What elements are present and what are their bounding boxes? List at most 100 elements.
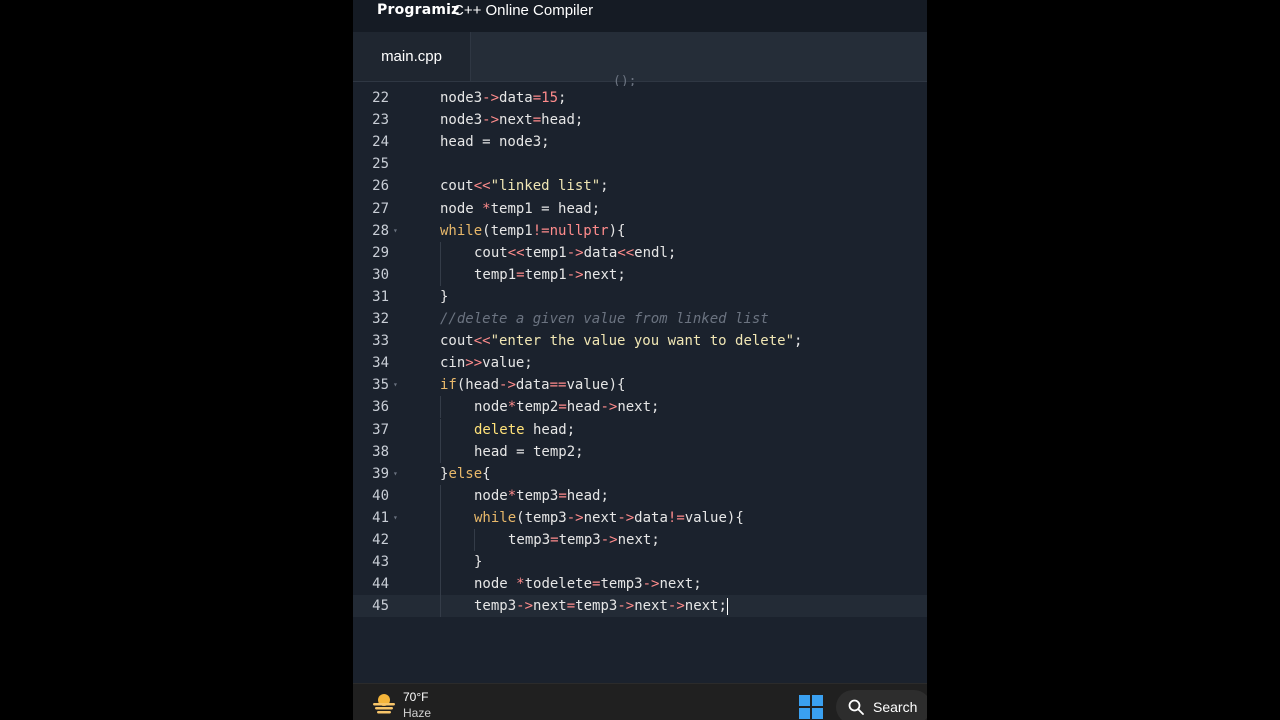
code-token: temp3 <box>558 532 601 548</box>
tab-main-cpp[interactable]: main.cpp <box>353 32 471 81</box>
code-token: data <box>499 90 533 106</box>
code-token: = <box>558 487 567 504</box>
code-text: cin>>value; <box>440 352 533 374</box>
code-token: ; <box>794 333 803 350</box>
code-token: -> <box>617 509 635 526</box>
code-token: -> <box>499 377 516 394</box>
code-line[interactable]: 28 ▾ while(temp1!=nullptr){ <box>353 220 927 242</box>
taskbar-search-button[interactable]: Search <box>836 690 927 720</box>
code-token: temp3 <box>508 532 551 548</box>
compiler-screen: Programiz C++ Online Compiler main.cpp (… <box>353 0 927 720</box>
fold-arrow-icon[interactable]: ▾ <box>393 374 398 396</box>
code-token: (temp3 <box>516 509 567 526</box>
code-text: node3->data=15; <box>440 87 566 109</box>
code-token: << <box>473 178 491 195</box>
code-token: node <box>474 399 508 416</box>
fold-arrow-icon[interactable]: ▾ <box>393 507 398 529</box>
code-line[interactable]: 26 cout<<"linked list"; <box>353 175 927 197</box>
line-number: 41 <box>372 509 389 526</box>
code-line[interactable]: 27 node *temp1 = head; <box>353 198 927 220</box>
code-token: cout <box>440 178 474 195</box>
code-line[interactable]: 36 node*temp2=head->next; <box>353 396 927 419</box>
code-token: node3 <box>440 90 483 106</box>
code-editor[interactable]: (); 22 node3->data=15; 23 node3->next=head;… <box>353 74 927 682</box>
code-token: temp3 <box>575 598 618 615</box>
code-token: while <box>440 222 483 239</box>
code-line[interactable]: 40 node*temp3=head; <box>353 484 927 507</box>
code-line[interactable]: 41 ▾ while(temp3->next->data!=value){ <box>353 506 927 529</box>
code-line[interactable]: 32 //delete a given value from linked lis… <box>353 308 927 330</box>
code-token: 15 <box>541 90 559 106</box>
code-token: endl; <box>634 244 677 261</box>
code-line[interactable]: 25 <box>353 153 927 175</box>
fold-arrow-icon[interactable]: ▾ <box>393 463 398 485</box>
code-line[interactable]: 33 cout<<"enter the value you want to del… <box>353 330 927 352</box>
code-token: next; <box>617 399 660 416</box>
fold-arrow-icon[interactable]: ▾ <box>393 220 398 242</box>
code-line[interactable]: 31} <box>353 286 927 308</box>
code-token: "enter the value you want to delete" <box>490 333 795 350</box>
line-number: 32 <box>372 311 389 327</box>
code-token: -> <box>667 598 685 615</box>
weather-haze-icon[interactable] <box>371 692 397 714</box>
code-text: node *todelete=temp3->next; <box>474 573 702 595</box>
code-token: -> <box>482 112 500 129</box>
code-line[interactable]: 39 ▾ }else{ <box>353 463 927 485</box>
code-token: next <box>499 112 533 129</box>
code-token: head; <box>541 112 584 129</box>
code-text: temp1=temp1->next; <box>474 264 626 286</box>
weather-description[interactable]: Haze <box>403 706 431 720</box>
code-token: delete <box>474 421 525 438</box>
code-line[interactable]: 29 cout<<temp1->data<<endl; <box>353 241 927 264</box>
line-number: 37 <box>372 421 389 438</box>
code-line[interactable]: 43} <box>353 551 927 574</box>
code-token: = <box>558 399 567 416</box>
code-line[interactable]: 45 temp3->next=temp3->next->next; <box>353 595 927 618</box>
code-token: next; <box>583 266 626 283</box>
code-token: "linked list" <box>490 178 601 195</box>
code-line[interactable]: 22 node3->data=15; <box>353 87 927 109</box>
code-token: next; <box>617 532 660 548</box>
code-text: node *temp1 = head; <box>440 198 600 220</box>
indent-guide <box>440 396 441 419</box>
code-line[interactable]: 30 temp1=temp1->next; <box>353 263 927 286</box>
windows-start-icon[interactable] <box>799 695 823 719</box>
text-cursor <box>726 597 728 615</box>
code-line[interactable]: 23 node3->next=head; <box>353 109 927 131</box>
indent-guide <box>440 506 441 529</box>
weather-temperature[interactable]: 70°F <box>403 690 428 704</box>
line-number: 30 <box>372 266 389 283</box>
code-line[interactable]: 42 temp3=temp3->next; <box>353 529 927 551</box>
code-line[interactable]: 38 head = temp2; <box>353 440 927 463</box>
programiz-logo[interactable]: Programiz <box>377 2 460 18</box>
code-token: (head <box>456 377 500 394</box>
code-line[interactable]: 24 head = node3; <box>353 131 927 153</box>
code-token: head = temp2; <box>474 443 584 460</box>
code-text: }else{ <box>440 463 491 485</box>
code-text: head = node3; <box>440 131 550 153</box>
code-token: >> <box>465 355 483 372</box>
code-line[interactable]: 37 delete head; <box>353 418 927 441</box>
line-number: 43 <box>372 554 389 571</box>
code-token: -> <box>516 598 534 615</box>
page-title: C++ Online Compiler <box>453 2 594 19</box>
line-number: 39 <box>372 465 389 482</box>
code-text: temp3->next=temp3->next->next; <box>474 595 728 617</box>
line-number: 38 <box>372 443 389 460</box>
code-text: node3->next=head; <box>440 109 583 131</box>
line-number: 29 <box>372 244 389 261</box>
code-line[interactable]: 44 node *todelete=temp3->next; <box>353 573 927 596</box>
line-number: 36 <box>372 399 389 416</box>
code-token: data <box>634 509 668 526</box>
line-number: 42 <box>372 532 389 548</box>
code-token: cout <box>474 244 508 261</box>
code-token: head; <box>524 421 576 438</box>
code-token: value; <box>482 355 533 372</box>
code-token: << <box>473 333 491 350</box>
line-number: 31 <box>372 288 389 305</box>
code-token: * <box>507 399 517 416</box>
code-line[interactable]: 35 ▾ if(head->data==value){ <box>353 374 927 396</box>
code-line[interactable]: 34 cin>>value; <box>353 352 927 374</box>
code-text: } <box>474 551 482 573</box>
code-token: cin <box>440 355 466 372</box>
